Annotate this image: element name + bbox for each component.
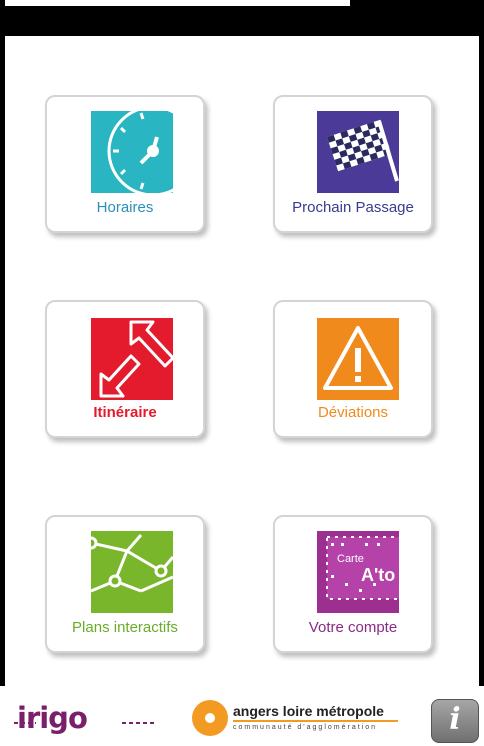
plans-interactifs-label: Plans interactifs: [72, 619, 178, 636]
network-map-icon: [91, 531, 173, 613]
itineraire-button[interactable]: Itinéraire: [45, 300, 205, 438]
info-button[interactable]: i: [431, 699, 479, 743]
warning-icon: [317, 318, 399, 400]
status-bar-highlight: [5, 0, 350, 6]
info-icon: i: [449, 702, 461, 737]
irigo-logo-line: [14, 722, 154, 724]
card-text-carte: Carte: [337, 553, 364, 565]
deviations-button[interactable]: Déviations: [273, 300, 433, 438]
right-border: [479, 36, 484, 686]
metro-logo-underline: [233, 720, 398, 722]
deviations-label: Déviations: [317, 404, 389, 421]
votre-compte-label: Votre compte: [308, 619, 398, 636]
prochain-passage-button[interactable]: Prochain Passage: [273, 95, 433, 233]
horaires-label: Horaires: [96, 199, 154, 216]
metro-logo-subtitle: communauté d'agglomération: [233, 724, 378, 731]
clock-icon: [91, 111, 173, 193]
metro-logo-dot: [205, 713, 215, 723]
card-text-ato: A'to: [361, 565, 396, 585]
plans-interactifs-button[interactable]: Plans interactifs: [45, 515, 205, 653]
metro-logo-title: angers loire métropole: [233, 703, 384, 719]
horaires-button[interactable]: Horaires: [45, 95, 205, 233]
votre-compte-button[interactable]: Carte A'to Votre compte: [273, 515, 433, 653]
prochain-passage-label: Prochain Passage: [292, 199, 414, 216]
route-arrows-icon: [91, 318, 173, 400]
transit-card-icon: Carte A'to: [317, 531, 399, 613]
left-border: [0, 0, 5, 746]
itineraire-label: Itinéraire: [93, 404, 157, 421]
checkered-flag-icon: [317, 111, 399, 193]
